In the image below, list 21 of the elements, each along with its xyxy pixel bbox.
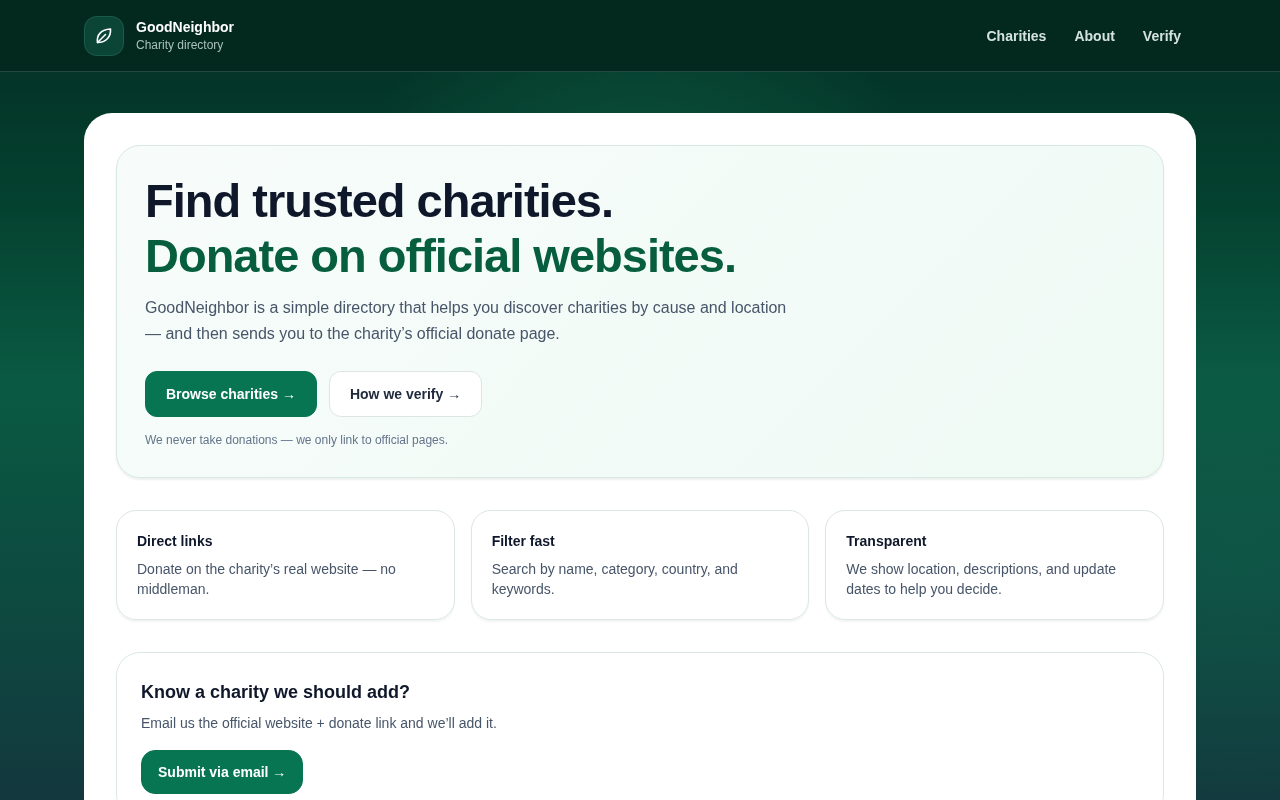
submit-email-button[interactable]: Submit via email → (141, 750, 304, 794)
feature-title: Direct links (137, 532, 213, 551)
nav-link[interactable]: Charities (973, 18, 1060, 53)
feature-text: We show location, descriptions, and update dates to help you decide. (846, 560, 1118, 599)
leaf-logo-icon (84, 15, 124, 56)
feature-text: Donate on the charity’s real website — no middleman. (137, 560, 397, 599)
verify-button[interactable]: How we verify → (328, 371, 483, 417)
nav-link[interactable]: Verify (1129, 18, 1194, 53)
feature-text: Search by name, category, country, and keywords. (491, 560, 739, 599)
brand-tagline: Charity directory (136, 37, 225, 53)
feature-title: Filter fast (491, 532, 555, 551)
hero-note: We never take donations — we only link to official pages. (145, 432, 449, 449)
feature-title: Transparent (846, 532, 927, 551)
suggest-title: Know a charity we should add? (141, 681, 411, 704)
hero-description: GoodNeighbor is a simple directory that helps you discover charities by cause and location — and then sends you to the charity’s official donate page. (145, 298, 788, 344)
nav-link[interactable]: About (1061, 18, 1128, 53)
hero-subtitle: Donate on official websites. (145, 228, 736, 283)
hero-title: Find trusted charities. (145, 173, 614, 228)
suggest-text: Email us the official website + donate link and we’ll add it. (141, 714, 497, 733)
browse-button[interactable]: Browse charities → (145, 371, 317, 417)
brand-name: GoodNeighbor (136, 18, 234, 36)
